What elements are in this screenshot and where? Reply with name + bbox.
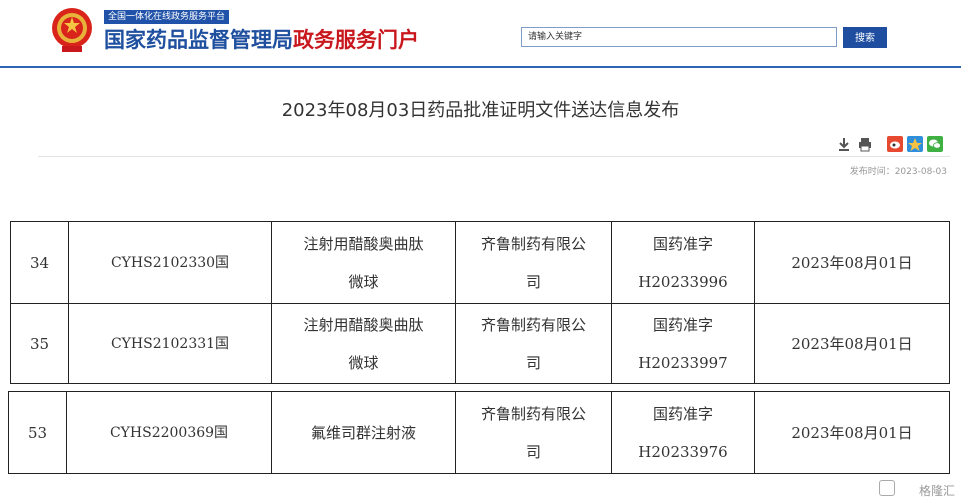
approval-number-line2: H20233997 <box>638 353 728 372</box>
table-row: 53 CYHS2200369国 氟维司群注射液 齐鲁制药有限公司 国药准字 H20… <box>8 391 950 474</box>
header-divider <box>0 66 961 68</box>
watermark-logo-icon <box>879 480 895 496</box>
company-name: 齐鲁制药有限公司 <box>455 303 612 384</box>
logo-accent-text: 政务服务门户 <box>293 28 419 52</box>
company-name-line2: 司 <box>525 442 541 461</box>
table-row: 34 CYHS2102330国 注射用醋酸奥曲肽 微球 齐鲁制药有限公司 国药准字… <box>10 221 950 304</box>
search-input[interactable] <box>521 27 837 47</box>
company-name-line2: 司 <box>525 272 541 291</box>
approval-table-top: 34 CYHS2102330国 注射用醋酸奥曲肽 微球 齐鲁制药有限公司 国药准字… <box>10 221 950 384</box>
platform-subtitle: 全国一体化在线政务服务平台 <box>104 10 230 24</box>
acceptance-code: CYHS2102330国 <box>68 221 272 304</box>
approval-number: 国药准字 H20233996 <box>611 221 755 304</box>
drug-name-line2: 微球 <box>348 353 379 372</box>
drug-name: 注射用醋酸奥曲肽 微球 <box>271 303 456 384</box>
acceptance-code: CYHS2200369国 <box>66 391 272 474</box>
approval-number: 国药准字 H20233997 <box>611 303 755 384</box>
search-button[interactable]: 搜索 <box>843 27 887 48</box>
company-name-line2: 司 <box>525 353 541 372</box>
drug-name: 注射用醋酸奥曲肽 微球 <box>271 221 456 304</box>
approval-number-line1: 国药准字 <box>652 234 713 253</box>
company-name-line1: 齐鲁制药有限公 <box>480 404 586 423</box>
approval-date: 2023年08月01日 <box>754 221 950 304</box>
approval-number: 国药准字 H20233976 <box>611 391 755 474</box>
approval-number-line1: 国药准字 <box>652 315 713 334</box>
site-logo-text[interactable]: 国家药品监督管理局政务服务门户 <box>104 26 419 54</box>
title-divider <box>38 156 950 157</box>
company-name: 齐鲁制药有限公司 <box>455 391 612 474</box>
national-emblem-icon <box>52 8 92 52</box>
company-name-line1: 齐鲁制药有限公 <box>480 315 586 334</box>
logo-main-text: 国家药品监督管理局 <box>104 28 293 52</box>
site-header: 全国一体化在线政务服务平台 国家药品监督管理局政务服务门户 搜索 <box>0 0 961 68</box>
drug-name-line1: 注射用醋酸奥曲肽 <box>303 234 424 253</box>
approval-number-line2: H20233996 <box>638 272 728 291</box>
drug-name: 氟维司群注射液 <box>271 391 456 474</box>
approval-number-line2: H20233976 <box>638 442 728 461</box>
publish-date: 发布时间：2023-08-03 <box>849 167 947 177</box>
drug-name-line2: 微球 <box>348 272 379 291</box>
print-icon[interactable] <box>857 136 873 152</box>
download-icon[interactable] <box>836 136 852 152</box>
watermark-text: 格隆汇 <box>918 484 955 498</box>
approval-number-line1: 国药准字 <box>652 404 713 423</box>
company-name: 齐鲁制药有限公司 <box>455 221 612 304</box>
company-name-line1: 齐鲁制药有限公 <box>480 234 586 253</box>
weibo-icon[interactable] <box>887 136 903 152</box>
qzone-icon[interactable] <box>907 136 923 152</box>
approval-table-bottom: 53 CYHS2200369国 氟维司群注射液 齐鲁制药有限公司 国药准字 H20… <box>8 391 950 474</box>
wechat-icon[interactable] <box>927 136 943 152</box>
row-number: 53 <box>8 391 67 474</box>
approval-date: 2023年08月01日 <box>754 391 950 474</box>
row-number: 34 <box>10 221 69 304</box>
acceptance-code: CYHS2102331国 <box>68 303 272 384</box>
row-number: 35 <box>10 303 69 384</box>
drug-name-line1: 注射用醋酸奥曲肽 <box>303 315 424 334</box>
page-title: 2023年08月03日药品批准证明文件送达信息发布 <box>281 100 680 121</box>
table-row: 35 CYHS2102331国 注射用醋酸奥曲肽 微球 齐鲁制药有限公司 国药准字… <box>10 303 950 384</box>
approval-date: 2023年08月01日 <box>754 303 950 384</box>
